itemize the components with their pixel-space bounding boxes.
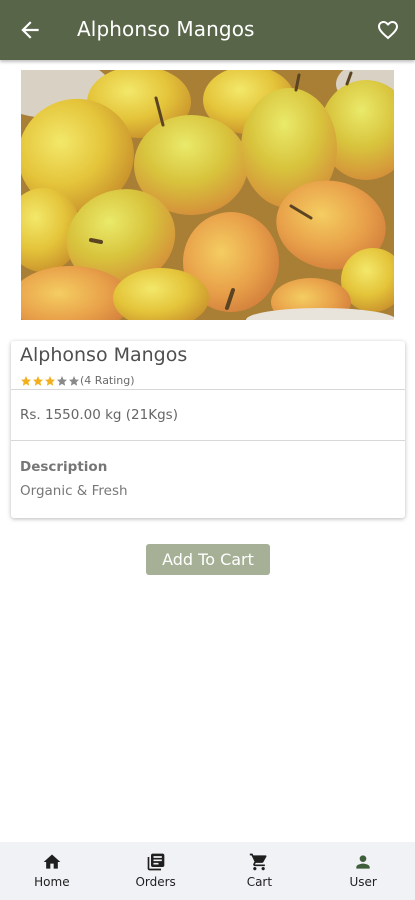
description-text: Organic & Fresh: [20, 483, 128, 499]
page-title: Alphonso Mangos: [77, 17, 255, 41]
nav-label-orders: Orders: [135, 875, 176, 889]
arrow-back-icon[interactable]: [17, 17, 43, 43]
star-icon: [21, 375, 31, 386]
star-icon: [33, 375, 43, 386]
product-rating: (4 Rating): [20, 374, 135, 387]
star-icon: [45, 375, 55, 386]
nav-item-home[interactable]: Home: [0, 842, 104, 900]
product-details-card: Alphonso Mangos (4 Rating) Rs. 1550.00 k…: [11, 341, 405, 518]
divider: [11, 389, 405, 390]
heart-outline-icon[interactable]: [375, 18, 401, 42]
product-price: Rs. 1550.00 kg (21Kgs): [20, 407, 178, 423]
product-image: [21, 70, 394, 320]
orders-icon: [147, 853, 164, 871]
home-icon: [43, 854, 61, 869]
nav-item-user[interactable]: User: [311, 842, 415, 900]
nav-item-cart[interactable]: Cart: [208, 842, 312, 900]
star-empty-icon: [69, 375, 79, 386]
nav-label-cart: Cart: [246, 875, 273, 889]
product-name: Alphonso Mangos: [20, 344, 188, 366]
star-empty-icon: [57, 375, 67, 386]
user-icon: [356, 855, 370, 869]
nav-item-orders[interactable]: Orders: [104, 842, 208, 900]
nav-label-home: Home: [34, 875, 70, 889]
cart-icon: [250, 853, 267, 871]
bottom-navigation: Home Orders Cart User: [0, 842, 415, 900]
nav-label-user: User: [349, 875, 377, 889]
add-to-cart-button[interactable]: Add To Cart: [146, 544, 270, 575]
app-bar: Alphonso Mangos: [0, 0, 415, 60]
rating-count: (4 Rating): [80, 374, 135, 387]
description-label: Description: [20, 459, 108, 475]
divider: [11, 440, 405, 441]
